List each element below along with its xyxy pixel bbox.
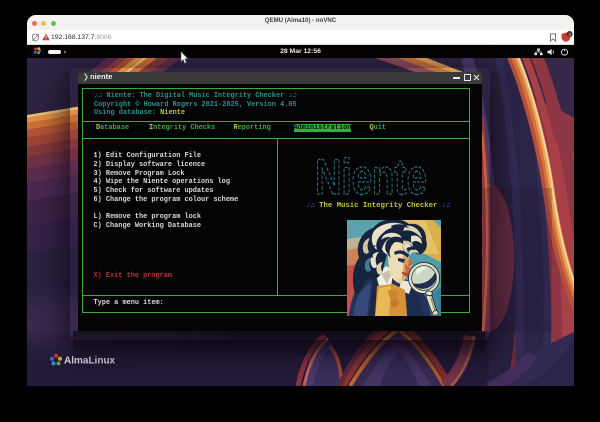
svg-text:AlmaLinux: AlmaLinux [64, 356, 116, 367]
svg-text:Niente: Niente [315, 154, 427, 200]
svg-text:3: 3 [569, 32, 571, 36]
